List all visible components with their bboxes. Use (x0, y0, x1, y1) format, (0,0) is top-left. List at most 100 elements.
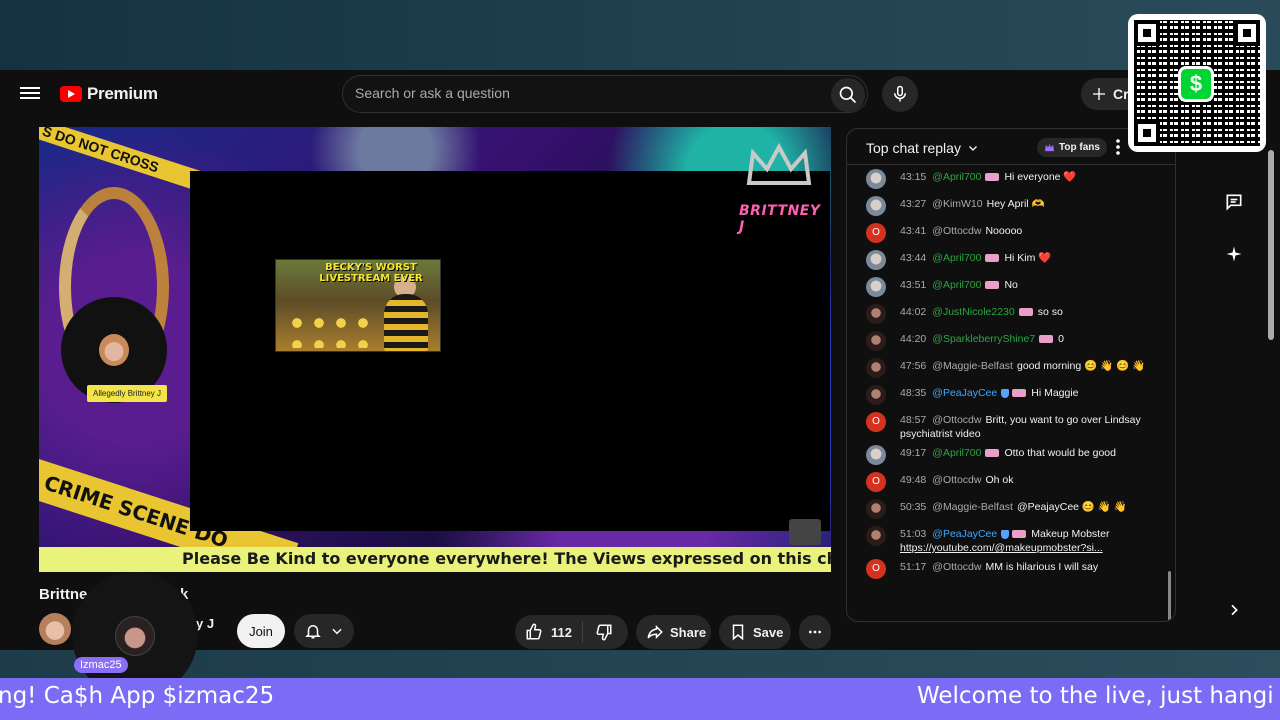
message-text: Hi everyone ❤️ (1004, 171, 1077, 183)
member-badge-icon (1018, 308, 1033, 317)
message-text: MM is hilarious I will say (985, 561, 1099, 573)
author-avatar[interactable] (866, 526, 886, 546)
author-name[interactable]: @April700 (932, 171, 981, 183)
shared-video-thumbnail: BECKY'S WORST LIVESTREAM EVER (275, 259, 441, 352)
webcam-label: Allegedly Brittney J (87, 385, 168, 402)
chat-button[interactable] (1222, 190, 1246, 214)
sparkle-icon (1226, 246, 1242, 262)
message-link[interactable]: https://youtube.com/@makeupmobster?si... (900, 542, 1103, 554)
message-time: 43:41 (900, 225, 927, 237)
menu-icon[interactable] (20, 84, 40, 104)
message-time: 44:20 (900, 333, 927, 345)
more-horiz-icon (809, 630, 821, 634)
author-avatar[interactable] (866, 445, 886, 465)
author-name[interactable]: @Ottocdw (932, 474, 981, 486)
share-icon (647, 624, 663, 640)
corner-graphic (789, 519, 821, 545)
chat-mode-dropdown[interactable]: Top chat replay (866, 140, 979, 156)
author-avatar[interactable] (866, 169, 886, 189)
save-icon (732, 624, 744, 641)
message-time: 49:17 (900, 447, 927, 459)
author-name[interactable]: @JustNicole2230 (932, 306, 1014, 318)
author-avatar[interactable]: O (866, 472, 886, 492)
author-name[interactable]: @Maggie-Belfast (932, 360, 1013, 372)
author-avatar[interactable] (866, 277, 886, 297)
message-time: 47:56 (900, 360, 927, 372)
author-name[interactable]: @Ottocdw (932, 414, 981, 426)
youtube-logo[interactable]: Premium (60, 84, 158, 104)
author-name[interactable]: @PeaJayCee (932, 387, 997, 399)
author-avatar[interactable] (866, 331, 886, 351)
author-avatar[interactable]: O (866, 412, 886, 432)
search-button[interactable] (831, 78, 865, 112)
next-button[interactable] (1222, 598, 1246, 622)
message-time: 51:03 (900, 528, 927, 540)
streamer-avatar (99, 334, 129, 366)
voice-search-button[interactable] (882, 76, 918, 112)
author-avatar[interactable]: O (866, 559, 886, 579)
author-name[interactable]: @KimW10 (932, 198, 982, 210)
channel-avatar[interactable] (39, 613, 71, 645)
chat-message: O 43:41 @Ottocdw Nooooo (847, 219, 1169, 246)
notifications-button[interactable] (294, 614, 354, 648)
message-text: 0 (1058, 333, 1065, 345)
crown-icon (746, 143, 812, 185)
chat-message: O 49:48 @Ottocdw Oh ok (847, 468, 1169, 495)
message-text: Otto that would be good (1004, 447, 1116, 459)
video-player[interactable]: S DO NOT CROSS CRIME SCENE DO BECKY'S WO… (39, 127, 831, 572)
chat-message-list: 43:15 @April700 Hi everyone ❤️ 43:27 @KimW1… (847, 165, 1169, 582)
search-icon (839, 86, 857, 104)
author-avatar[interactable] (866, 385, 886, 405)
author-avatar[interactable] (866, 196, 886, 216)
like-button[interactable]: 112 (515, 621, 583, 643)
author-name[interactable]: @Maggie-Belfast (932, 501, 1013, 513)
crime-tape-top: S DO NOT CROSS (39, 127, 208, 193)
ticker-text-left: ng! Ca$h App $izmac25 (0, 683, 275, 709)
author-name[interactable]: @Ottocdw (932, 561, 981, 573)
join-button[interactable]: Join (237, 614, 285, 648)
chevron-down-icon (332, 628, 342, 635)
author-avatar[interactable] (866, 358, 886, 378)
qr-code-icon: $ (1128, 14, 1266, 152)
author-name[interactable]: @April700 (932, 447, 981, 459)
save-button[interactable]: Save (719, 615, 791, 649)
message-text: Hey April 🫶 (986, 198, 1045, 210)
chat-message: 43:51 @April700 No (847, 273, 1169, 300)
author-name[interactable]: @PeaJayCee (932, 528, 997, 540)
ticker-text-right: Welcome to the live, just hangi (917, 683, 1274, 709)
more-actions-button[interactable] (799, 615, 831, 649)
message-time: 48:35 (900, 387, 927, 399)
chat-message: 44:02 @JustNicole2230 so so (847, 300, 1169, 327)
like-dislike-group: 112 (515, 615, 628, 649)
chat-scrollbar[interactable] (1168, 571, 1171, 621)
message-text: Oh ok (985, 474, 1014, 486)
author-avatar[interactable] (866, 250, 886, 270)
thumbnail-title: BECKY'S WORST LIVESTREAM EVER (319, 262, 423, 284)
overlay-brand-name: BRITTNEY J (739, 203, 821, 235)
author-avatar[interactable] (866, 304, 886, 324)
author-avatar[interactable] (866, 499, 886, 519)
author-name[interactable]: @April700 (932, 252, 981, 264)
more-vert-icon[interactable] (1113, 137, 1123, 157)
ask-button[interactable] (1222, 242, 1246, 266)
message-time: 43:51 (900, 279, 927, 291)
member-badge-icon (985, 281, 1000, 290)
share-button[interactable]: Share (636, 615, 711, 649)
author-name[interactable]: @Ottocdw (932, 225, 981, 237)
message-text: Hi Maggie (1031, 387, 1079, 399)
author-name[interactable]: @April700 (932, 279, 981, 291)
chat-message: O 48:57 @Ottocdw Britt, you want to go ove… (847, 408, 1169, 441)
scrolling-banner: Please Be Kind to everyone everywhere! T… (39, 547, 831, 572)
top-fans-button[interactable]: Top fans (1037, 138, 1107, 157)
youtube-page: Premium Cr S DO NOT CROSS CRIME SCENE DO… (0, 70, 1280, 650)
save-label: Save (753, 624, 784, 640)
dislike-button[interactable] (583, 623, 625, 641)
cashapp-icon: $ (1178, 66, 1214, 102)
page-scrollbar[interactable] (1268, 150, 1274, 340)
search-input[interactable] (355, 85, 815, 101)
author-name[interactable]: @SparkleberryShine7 (932, 333, 1035, 345)
chat-message: 47:56 @Maggie-Belfast good morning 😊 👋 😊 👋 (847, 354, 1169, 381)
channel-name[interactable]: y J (196, 616, 214, 631)
thumbs-down-icon (596, 624, 612, 641)
author-avatar[interactable]: O (866, 223, 886, 243)
